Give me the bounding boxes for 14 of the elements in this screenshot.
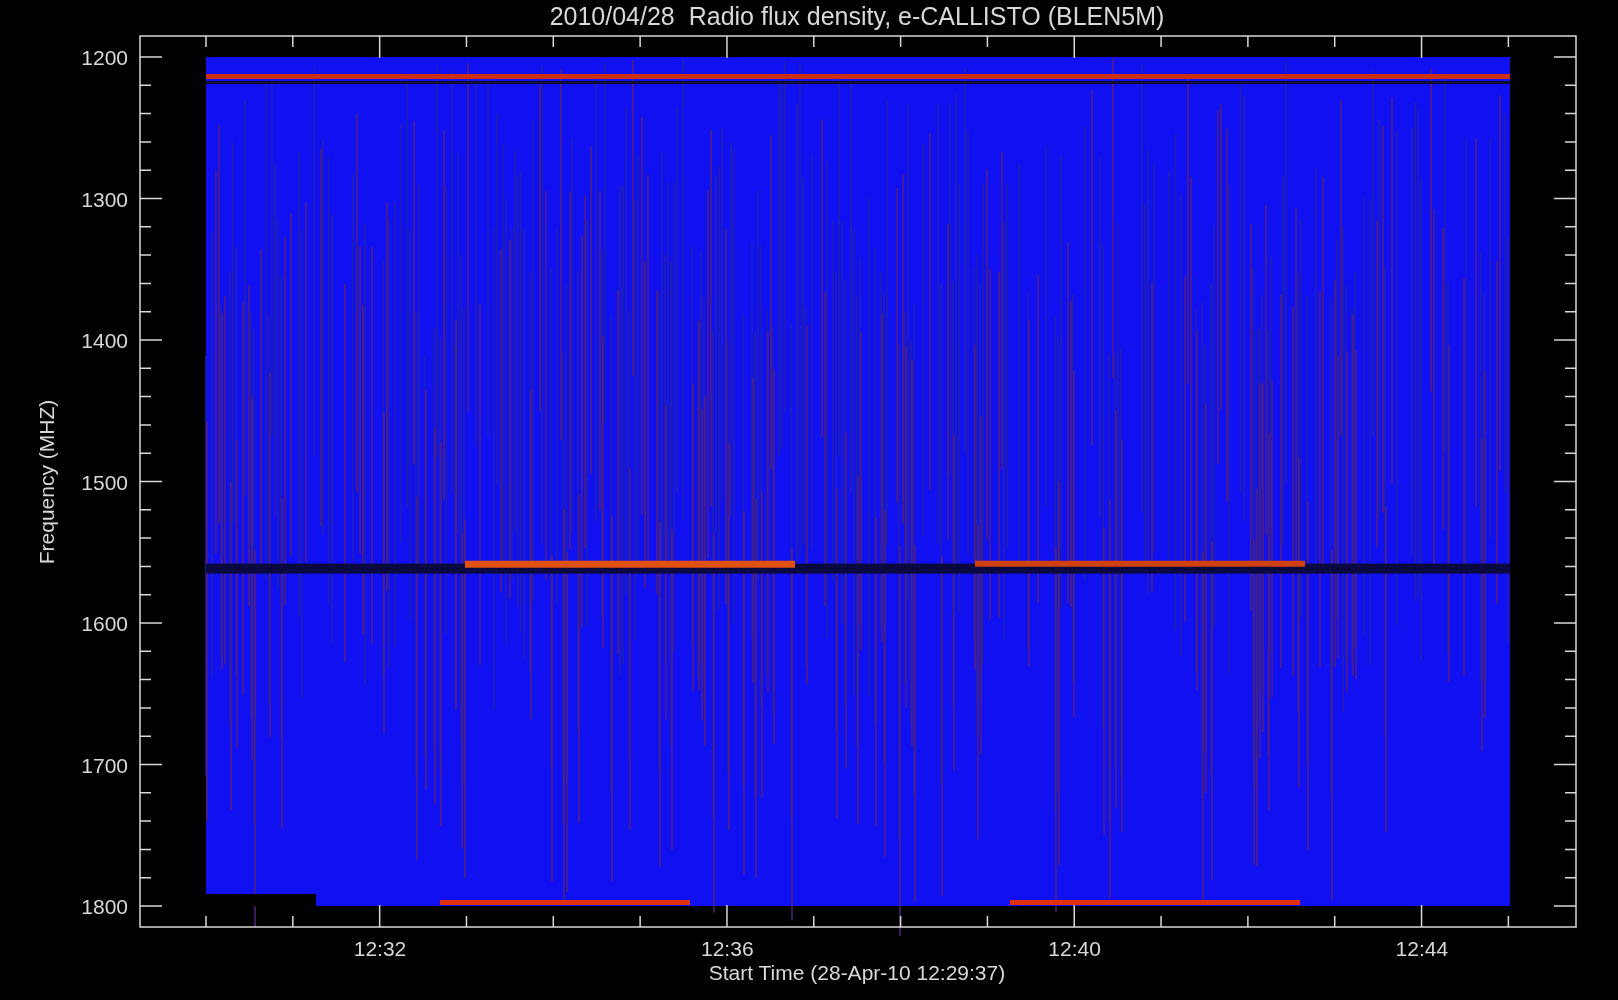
tick-label: 1300: [81, 187, 128, 211]
tick-label: 12:40: [1048, 937, 1101, 960]
x-axis-label: Start Time (28-Apr-10 12:29:37): [708, 961, 1006, 984]
tick-label: 1200: [81, 46, 128, 69]
tick-label: 1500: [81, 470, 128, 494]
y-axis-label: Frequency (MHZ): [35, 399, 58, 565]
chart-title: 2010/04/28 Radio flux density, e-CALLISTO (BLEN5M): [549, 2, 1165, 30]
tick-label: 12:32: [353, 937, 407, 960]
tick-label: 1700: [81, 753, 128, 777]
tick-label: 1400: [81, 329, 128, 352]
tick-label: 12:36: [701, 937, 754, 960]
tick-label: 1800: [81, 895, 128, 918]
tick-label: 12:44: [1395, 937, 1449, 960]
tick-label: 1600: [81, 612, 128, 635]
